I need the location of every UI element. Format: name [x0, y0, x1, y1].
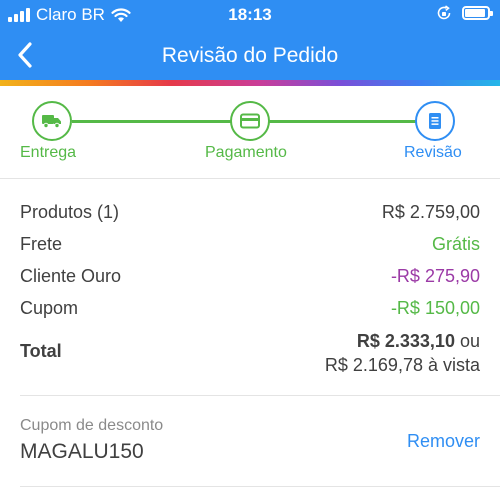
coupon-caption: Cupom de desconto	[20, 417, 164, 434]
orientation-lock-icon	[437, 5, 451, 20]
total-cash-price: R$ 2.169,78 à vista	[324, 355, 480, 375]
summary-value: -R$ 150,00	[390, 298, 480, 318]
step-entrega[interactable]	[32, 101, 72, 141]
truck-icon	[42, 115, 61, 129]
total-or: ou	[459, 331, 480, 351]
nav-bar: Revisão do Pedido	[0, 30, 500, 80]
summary-label: Cliente Ouro	[20, 266, 122, 286]
step-pagamento[interactable]	[230, 101, 270, 141]
status-bar: Claro BR 18:13	[0, 0, 500, 30]
divider	[0, 178, 500, 179]
summary-value: -R$ 275,90	[390, 266, 480, 286]
remove-coupon-button[interactable]: Remover	[407, 431, 480, 452]
summary-label: Cupom	[20, 298, 79, 318]
summary-label: Frete	[20, 234, 63, 254]
status-time: 18:13	[228, 5, 272, 24]
total-label: Total	[20, 341, 62, 361]
battery-icon	[462, 6, 493, 20]
summary-value: R$ 2.759,00	[381, 202, 480, 222]
checkout-stepper: Entrega Pagamento Revisão	[0, 86, 500, 178]
step-connector	[72, 120, 232, 123]
step-label-entrega: Entrega	[20, 144, 77, 161]
divider	[20, 486, 500, 487]
app-header: Claro BR 18:13 Revisão do Pedido	[0, 0, 500, 80]
step-label-revisao: Revisão	[404, 144, 462, 161]
summary-value: Grátis	[431, 234, 480, 254]
step-connector	[268, 120, 418, 123]
total-amount: R$ 2.333,10	[356, 331, 455, 351]
summary-label: Produtos (1)	[20, 202, 120, 222]
step-label-pagamento: Pagamento	[205, 144, 287, 161]
divider	[20, 395, 500, 396]
page-title: Revisão do Pedido	[161, 44, 339, 67]
coupon-code: MAGALU150	[20, 440, 144, 463]
total-value: R$ 2.333,10 ou R$ 2.169,78 à vista	[325, 329, 480, 377]
step-revisao[interactable]	[415, 101, 455, 141]
card-icon	[240, 113, 260, 129]
document-icon	[429, 113, 441, 129]
status-right	[436, 5, 493, 21]
